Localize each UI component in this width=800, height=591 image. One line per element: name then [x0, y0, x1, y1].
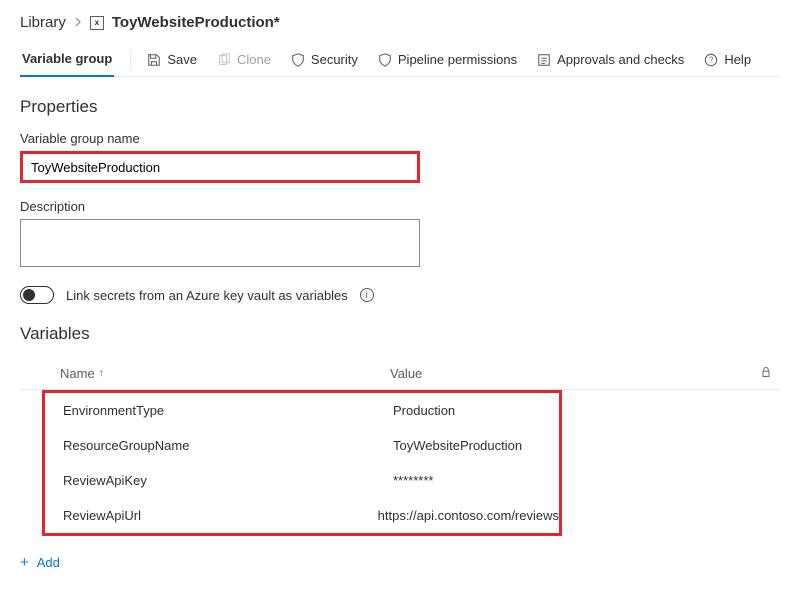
link-keyvault-label: Link secrets from an Azure key vault as … — [66, 288, 348, 303]
table-row[interactable]: ResourceGroupName ToyWebsiteProduction — [45, 428, 559, 463]
save-label: Save — [167, 52, 197, 67]
var-name: ReviewApiUrl — [63, 508, 378, 523]
shield-icon — [378, 53, 392, 67]
pipeline-permissions-button[interactable]: Pipeline permissions — [378, 52, 517, 67]
variable-group-icon: x — [90, 16, 104, 30]
toolbar-divider — [130, 50, 131, 70]
breadcrumb-library[interactable]: Library — [20, 14, 66, 31]
var-name: ResourceGroupName — [63, 438, 393, 453]
pipeline-permissions-label: Pipeline permissions — [398, 52, 517, 67]
add-label: Add — [37, 555, 60, 570]
security-label: Security — [311, 52, 358, 67]
help-button[interactable]: ? Help — [704, 52, 751, 67]
approvals-label: Approvals and checks — [557, 52, 684, 67]
checklist-icon — [537, 53, 551, 67]
lock-icon — [748, 366, 772, 381]
variables-table: Name ↑ Value EnvironmentType Production … — [20, 358, 780, 536]
description-label: Description — [20, 199, 780, 214]
table-row[interactable]: EnvironmentType Production — [45, 393, 559, 428]
variables-heading: Variables — [20, 324, 780, 344]
properties-heading: Properties — [20, 97, 780, 117]
plus-icon: + — [20, 554, 29, 571]
clone-button: Clone — [217, 52, 271, 67]
save-button[interactable]: Save — [147, 52, 197, 67]
chevron-right-icon — [74, 17, 82, 29]
col-value-header[interactable]: Value — [390, 366, 780, 381]
add-variable-button[interactable]: + Add — [20, 554, 780, 571]
table-row[interactable]: ReviewApiUrl https://api.contoso.com/rev… — [45, 498, 559, 533]
var-value: ******** — [393, 473, 559, 488]
clone-icon — [217, 53, 231, 67]
clone-label: Clone — [237, 52, 271, 67]
shield-icon — [291, 53, 305, 67]
toolbar: Variable group Save Clone Security Pipel… — [20, 43, 780, 77]
tab-variable-group[interactable]: Variable group — [20, 43, 114, 76]
help-label: Help — [724, 52, 751, 67]
help-icon: ? — [704, 53, 718, 67]
variable-group-name-input[interactable] — [23, 154, 417, 180]
breadcrumb: Library x ToyWebsiteProduction* — [20, 14, 780, 31]
security-button[interactable]: Security — [291, 52, 358, 67]
variables-header: Name ↑ Value — [20, 358, 780, 390]
highlight-variables: EnvironmentType Production ResourceGroup… — [42, 390, 562, 536]
save-icon — [147, 53, 161, 67]
var-value: Production — [393, 403, 559, 418]
table-row[interactable]: ReviewApiKey ******** — [45, 463, 559, 498]
link-keyvault-toggle[interactable] — [20, 286, 54, 304]
approvals-button[interactable]: Approvals and checks — [537, 52, 684, 67]
highlight-name — [20, 151, 420, 183]
var-name: ReviewApiKey — [63, 473, 393, 488]
info-icon[interactable]: i — [360, 288, 374, 302]
description-input[interactable] — [20, 219, 420, 267]
var-value: https://api.contoso.com/reviews — [378, 508, 559, 523]
var-value: ToyWebsiteProduction — [393, 438, 559, 453]
variable-group-name-label: Variable group name — [20, 131, 780, 146]
sort-asc-icon: ↑ — [99, 368, 104, 379]
col-name-header[interactable]: Name ↑ — [60, 366, 390, 381]
breadcrumb-current: ToyWebsiteProduction* — [112, 14, 280, 31]
var-name: EnvironmentType — [63, 403, 393, 418]
svg-text:?: ? — [709, 55, 714, 64]
